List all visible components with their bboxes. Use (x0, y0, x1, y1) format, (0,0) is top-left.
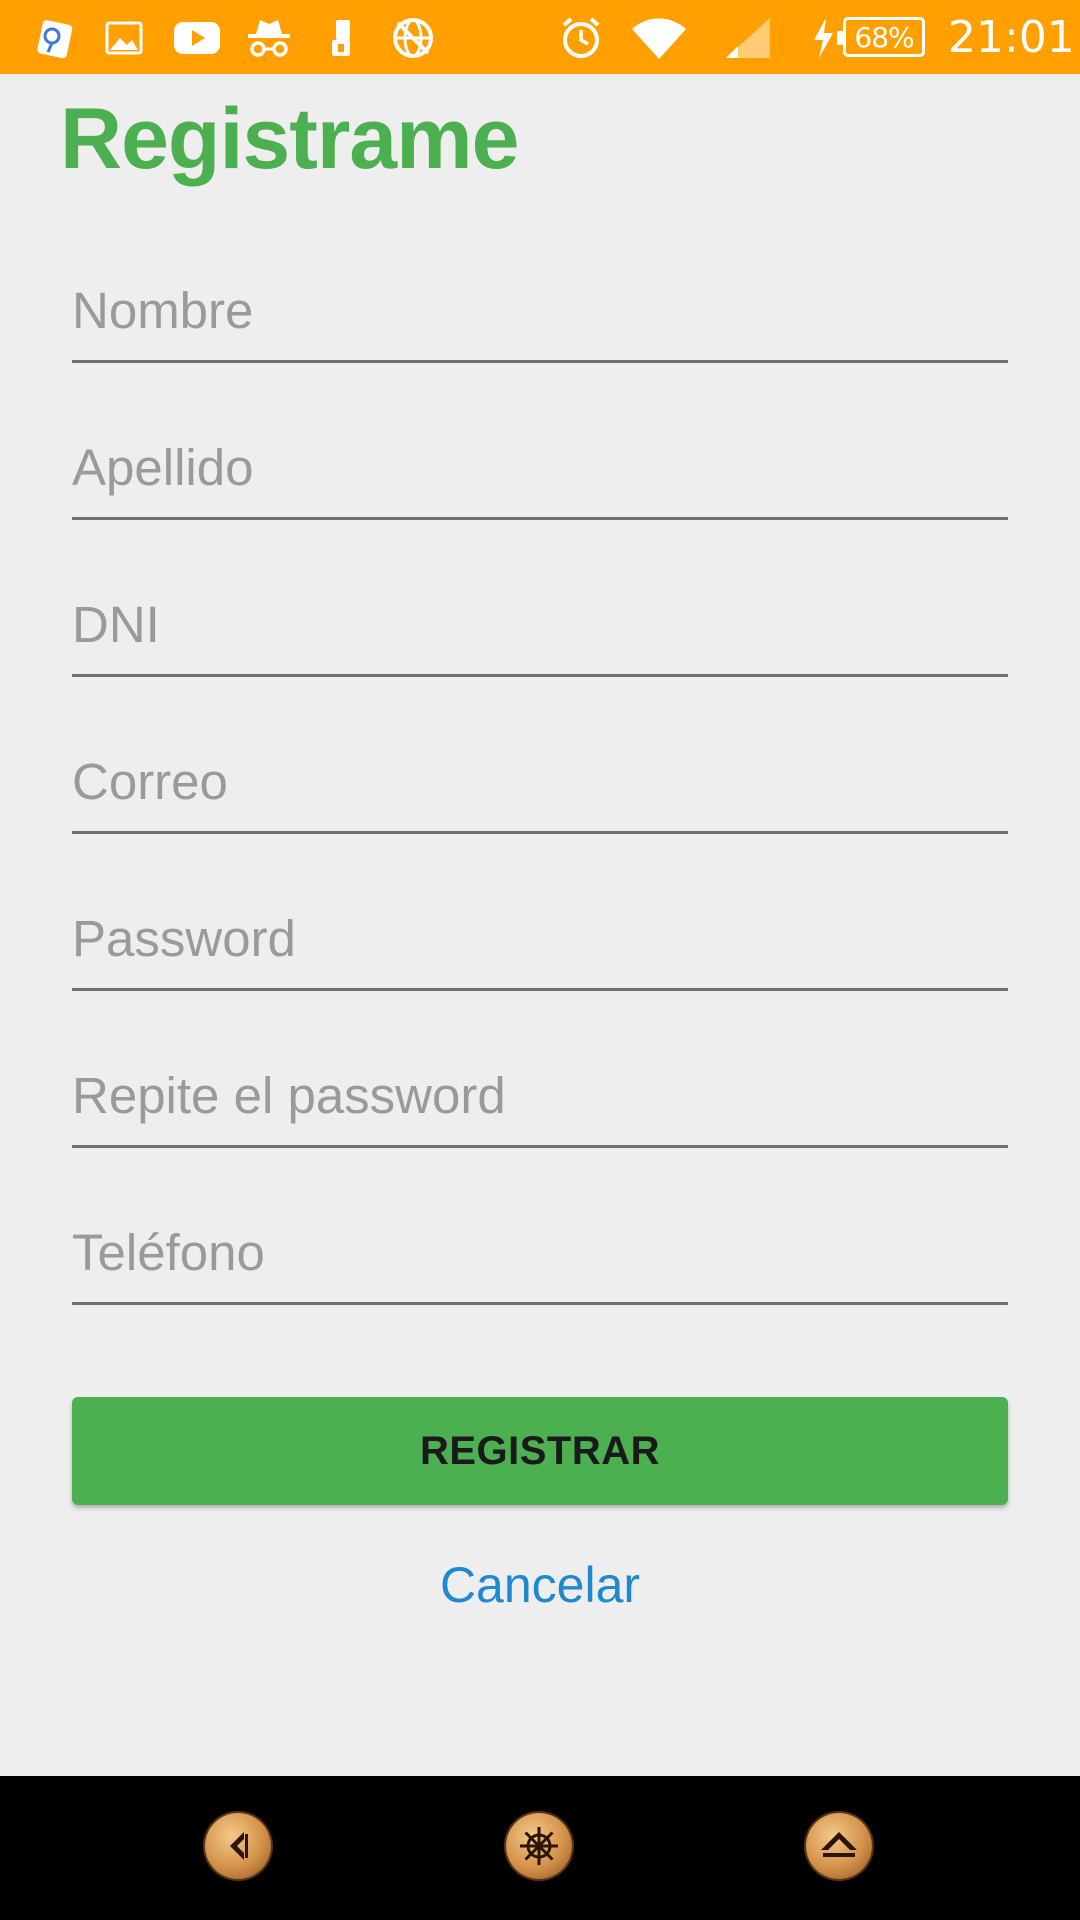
signal-app-icon (32, 16, 76, 60)
image-icon (104, 16, 144, 60)
charging-icon (810, 16, 836, 60)
register-button[interactable]: REGISTRAR (72, 1397, 1008, 1505)
repeat-password-field[interactable] (72, 1055, 1008, 1135)
telefono-field-container (72, 1185, 1008, 1305)
dni-field-container (72, 557, 1008, 677)
phone-storage-icon (326, 16, 356, 60)
cancel-link[interactable]: Cancelar (0, 1556, 1080, 1614)
back-button[interactable] (205, 1813, 271, 1879)
apellido-field-container (72, 400, 1008, 520)
apellido-field[interactable] (72, 427, 1008, 507)
alarm-icon (558, 16, 604, 60)
cell-signal-icon (724, 16, 772, 60)
incognito-icon (244, 16, 294, 60)
home-button[interactable] (506, 1813, 572, 1879)
status-bar: 68% 21:01 (0, 0, 1080, 74)
youtube-icon (172, 16, 222, 60)
dni-field[interactable] (72, 584, 1008, 664)
battery-indicator: 68% (837, 17, 925, 57)
navigation-bar (0, 1776, 1080, 1920)
battery-percent: 68% (854, 20, 914, 54)
correo-field-container (72, 714, 1008, 834)
telefono-field[interactable] (72, 1212, 1008, 1292)
correo-field[interactable] (72, 741, 1008, 821)
repeat-password-field-container (72, 1028, 1008, 1148)
nombre-field-container (72, 243, 1008, 363)
password-field[interactable] (72, 898, 1008, 978)
recents-button[interactable] (806, 1813, 872, 1879)
back-icon (230, 1832, 248, 1860)
nombre-field[interactable] (72, 270, 1008, 350)
wifi-icon (630, 16, 688, 60)
password-field-container (72, 871, 1008, 991)
up-arrow-recents-icon (821, 1832, 857, 1857)
no-network-icon (390, 16, 436, 60)
clock: 21:01 (948, 12, 1075, 63)
ship-wheel-home-icon (520, 1827, 558, 1865)
page-title: Registrame (60, 91, 519, 187)
